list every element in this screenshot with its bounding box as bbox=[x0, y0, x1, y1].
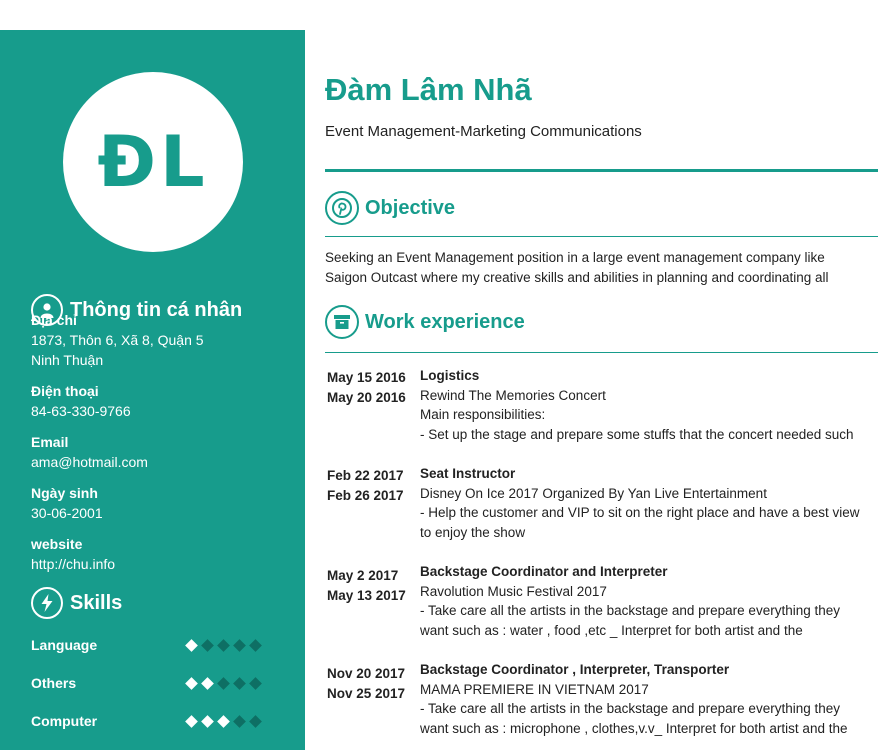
job-role: Backstage Coordinator and Interpreter bbox=[420, 564, 668, 579]
archive-icon bbox=[325, 305, 359, 339]
objective-heading: Objective bbox=[325, 191, 455, 225]
rating-diamond-filled bbox=[185, 676, 198, 690]
job-end-date: May 13 2017 bbox=[327, 588, 406, 603]
phone-group: Điện thoại 84-63-330-9766 bbox=[31, 383, 291, 421]
job-company: Ravolution Music Festival 2017 bbox=[420, 583, 607, 599]
job-desc-line-2: want such as : water , food ,etc _ Inter… bbox=[420, 622, 803, 638]
personal-info: Địa chỉ 1873, Thôn 6, Xã 8, Quận 5 Ninh … bbox=[31, 312, 291, 587]
candidate-name: Đàm Lâm Nhã bbox=[325, 72, 532, 107]
pinterest-icon bbox=[325, 191, 359, 225]
rating-diamond-filled bbox=[201, 714, 214, 728]
website-link[interactable]: http://chu.info bbox=[31, 554, 291, 574]
job-dates: Feb 22 2017 Feb 26 2017 bbox=[327, 466, 417, 506]
job-details: Seat Instructor Disney On Ice 2017 Organ… bbox=[420, 464, 880, 542]
job-end-date: May 20 2016 bbox=[327, 390, 406, 405]
rating-diamond-filled bbox=[185, 714, 198, 728]
objective-line-1: Seeking an Event Management position in … bbox=[325, 250, 825, 265]
work-divider bbox=[325, 352, 878, 353]
skill-rating bbox=[185, 638, 267, 652]
job-end-date: Nov 25 2017 bbox=[327, 686, 406, 701]
work-heading: Work experience bbox=[325, 305, 525, 339]
job-desc-line-1: - Take care all the artists in the backs… bbox=[420, 603, 840, 618]
objective-title: Objective bbox=[365, 196, 456, 219]
work-title: Work experience bbox=[365, 310, 525, 333]
birth-value: 30-06-2001 bbox=[31, 505, 103, 521]
job-role: Logistics bbox=[420, 368, 480, 383]
rating-diamond-empty bbox=[233, 714, 246, 728]
job-start-date: Nov 20 2017 bbox=[327, 666, 406, 681]
rating-diamond-filled bbox=[201, 676, 214, 690]
birth-label: Ngày sinh bbox=[31, 485, 98, 501]
skill-others: Others bbox=[31, 675, 271, 691]
phone-value: 84-63-330-9766 bbox=[31, 403, 131, 419]
job-start-date: May 2 2017 bbox=[327, 568, 399, 583]
job-end-date: Feb 26 2017 bbox=[327, 488, 404, 503]
job-company: MAMA PREMIERE IN VIETNAM 2017 bbox=[420, 681, 649, 697]
website-label: website bbox=[31, 536, 83, 552]
address-label: Địa chỉ bbox=[31, 312, 77, 328]
job-role: Backstage Coordinator , Interpreter, Tra… bbox=[420, 662, 730, 677]
sidebar: ĐL Thông tin cá nhân Địa chỉ 1873, Thôn … bbox=[0, 30, 305, 750]
rating-diamond-filled bbox=[185, 638, 198, 652]
job-company: Disney On Ice 2017 Organized By Yan Live… bbox=[420, 485, 767, 501]
header-divider bbox=[325, 169, 878, 172]
rating-diamond-empty bbox=[249, 676, 262, 690]
email-value[interactable]: ama@hotmail.com bbox=[31, 452, 291, 472]
rating-diamond-empty bbox=[249, 638, 262, 652]
job-desc-line-1: Main responsibilities: bbox=[420, 407, 546, 422]
skills-title: Skills bbox=[70, 591, 123, 614]
address-line-1: 1873, Thôn 6, Xã 8, Quận 5 bbox=[31, 332, 204, 348]
skill-computer: Computer bbox=[31, 713, 271, 729]
objective-line-2: Saigon Outcast where my creative skills … bbox=[325, 270, 829, 285]
job-desc-line-2: to enjoy the show bbox=[420, 524, 526, 540]
job-details: Logistics Rewind The Memories Concert Ma… bbox=[420, 366, 880, 444]
job-start-date: Feb 22 2017 bbox=[327, 468, 404, 483]
candidate-title: Event Management-Marketing Communication… bbox=[325, 123, 642, 140]
skill-rating bbox=[185, 676, 267, 690]
skill-rating bbox=[185, 714, 267, 728]
address-line-2: Ninh Thuận bbox=[31, 352, 104, 368]
rating-diamond-empty bbox=[217, 638, 230, 652]
skill-language: Language bbox=[31, 637, 271, 653]
avatar: ĐL bbox=[63, 72, 243, 252]
rating-diamond-empty bbox=[249, 714, 262, 728]
skill-name: Language bbox=[31, 637, 98, 653]
email-group: Email ama@hotmail.com bbox=[31, 434, 291, 472]
email-label: Email bbox=[31, 434, 69, 450]
job-desc-line-1: - Help the customer and VIP to sit on th… bbox=[420, 505, 860, 520]
address-group: Địa chỉ 1873, Thôn 6, Xã 8, Quận 5 Ninh … bbox=[31, 312, 291, 370]
job-desc-line-1: - Take care all the artists in the backs… bbox=[420, 701, 840, 716]
job-company: Rewind The Memories Concert bbox=[420, 387, 606, 403]
skill-name: Computer bbox=[31, 713, 98, 729]
rating-diamond-empty bbox=[217, 676, 230, 690]
job-details: Backstage Coordinator , Interpreter, Tra… bbox=[420, 660, 880, 738]
phone-label: Điện thoại bbox=[31, 383, 99, 399]
lightning-icon bbox=[31, 587, 63, 619]
rating-diamond-empty bbox=[233, 676, 246, 690]
objective-divider bbox=[325, 236, 878, 237]
job-dates: May 15 2016 May 20 2016 bbox=[327, 368, 417, 408]
rating-diamond-empty bbox=[233, 638, 246, 652]
objective-text: Seeking an Event Management position in … bbox=[325, 248, 878, 288]
skill-name: Others bbox=[31, 675, 77, 691]
job-desc-line-2: - Set up the stage and prepare some stuf… bbox=[420, 426, 854, 442]
job-start-date: May 15 2016 bbox=[327, 370, 406, 385]
birth-group: Ngày sinh 30-06-2001 bbox=[31, 485, 291, 523]
job-dates: May 2 2017 May 13 2017 bbox=[327, 566, 417, 606]
rating-diamond-empty bbox=[201, 638, 214, 652]
job-role: Seat Instructor bbox=[420, 466, 516, 481]
job-dates: Nov 20 2017 Nov 25 2017 bbox=[327, 664, 417, 704]
skills-heading: Skills bbox=[31, 587, 122, 619]
rating-diamond-filled bbox=[217, 714, 230, 728]
job-details: Backstage Coordinator and Interpreter Ra… bbox=[420, 562, 880, 640]
job-desc-line-2: want such as : microphone , clothes,v.v_… bbox=[420, 720, 848, 736]
website-group: website http://chu.info bbox=[31, 536, 291, 574]
